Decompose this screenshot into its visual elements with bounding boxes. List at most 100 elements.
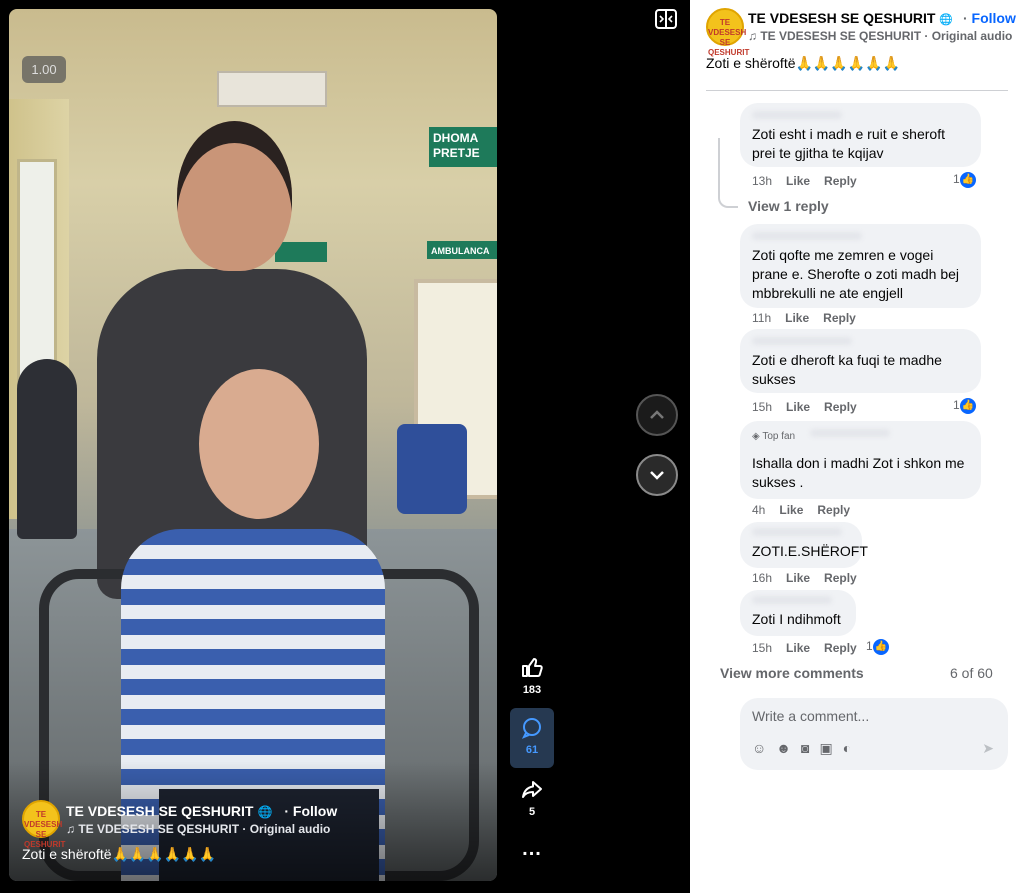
comment-action[interactable]: 61 xyxy=(510,708,554,768)
thread-line xyxy=(718,138,738,208)
chevron-down-icon xyxy=(650,471,664,480)
comment-text: Zoti esht i madh e ruit e sheroft prei t… xyxy=(752,126,945,161)
like-link[interactable]: Like xyxy=(786,174,810,188)
view-replies-link[interactable]: View 1 reply xyxy=(748,198,829,214)
comment-input[interactable]: Write a comment... xyxy=(752,708,869,724)
post-caption: Zoti e shëroftë🙏🙏🙏🙏🙏🙏 xyxy=(706,55,901,71)
comment-meta: 4h Like Reply xyxy=(752,503,864,517)
divider xyxy=(706,90,1008,91)
comment-meta: 11h Like Reply xyxy=(752,311,870,325)
page-avatar[interactable]: TE VDESESH SE QESHURIT xyxy=(706,8,749,57)
like-action[interactable]: 183 xyxy=(510,656,554,696)
reply-link[interactable]: Reply xyxy=(824,641,857,655)
page-avatar[interactable]: TE VDESESH SE QESHURIT xyxy=(22,800,65,849)
like-link[interactable]: Like xyxy=(779,503,803,517)
video-caption: Zoti e shëroftë🙏🙏🙏🙏🙏🙏 xyxy=(22,846,217,862)
avatar-sticker-icon[interactable]: ☺ xyxy=(752,740,766,756)
globe-icon: 🌐 xyxy=(257,805,273,819)
comment-bubble: Zoti esht i madh e ruit e sheroft prei t… xyxy=(740,103,981,167)
like-reaction-icon: 👍 xyxy=(959,398,976,414)
video-chair xyxy=(397,424,467,514)
comment-count-label: 6 of 60 xyxy=(950,665,993,681)
share-action[interactable]: 5 xyxy=(510,778,554,818)
camera-icon[interactable]: ◙ xyxy=(801,740,809,756)
reply-link[interactable]: Reply xyxy=(824,571,857,585)
page-name[interactable]: TE VDESESH SE QESHURIT xyxy=(66,803,253,819)
video-mother-head xyxy=(177,121,292,271)
more-options-button[interactable]: ... xyxy=(510,838,554,861)
comment-text: Zoti e dheroft ka fuqi te madhe sukses xyxy=(752,352,942,387)
page-name[interactable]: TE VDESESH SE QESHURIT xyxy=(748,10,935,26)
like-link[interactable]: Like xyxy=(786,400,810,414)
reply-link[interactable]: Reply xyxy=(824,174,857,188)
previous-video-button[interactable] xyxy=(636,394,678,436)
like-reaction-icon: 👍 xyxy=(872,639,889,655)
reply-link[interactable]: Reply xyxy=(817,503,850,517)
video-sign: DHOMA PRETJE xyxy=(429,127,497,167)
gif-icon[interactable]: ▣ xyxy=(820,740,833,756)
comment-meta: 16h Like Reply xyxy=(752,571,871,585)
like-reaction-icon: 👍 xyxy=(959,172,976,188)
comment-reactions[interactable]: 1 👍 xyxy=(953,398,976,414)
video-boy-head xyxy=(199,369,319,519)
comment-icon xyxy=(521,718,541,739)
commenter-name-blurred[interactable] xyxy=(752,337,852,345)
comment-text: Zoti qofte me zemren e vogei prane e. Sh… xyxy=(752,247,960,301)
video-sign-ambulanca: AMBULANCA xyxy=(427,241,497,259)
video-stage: DHOMA PRETJE AMBULANCA 1.00 TE VDESESH SE… xyxy=(0,0,690,893)
commenter-name-blurred[interactable] xyxy=(752,528,842,536)
commenter-name-blurred[interactable] xyxy=(752,232,862,240)
globe-icon: 🌐 xyxy=(939,14,954,26)
page-name-row: TE VDESESH SE QESHURIT 🌐 · Follow xyxy=(66,803,337,819)
page-name-row: TE VDESESH SE QESHURIT 🌐 · Follow xyxy=(748,10,1016,26)
diamond-icon: ◈ xyxy=(752,431,760,442)
follow-button[interactable]: · Follow xyxy=(284,803,337,819)
comment-composer[interactable]: Write a comment... ☺ ☻ ◙ ▣ ◐ ➤ xyxy=(740,698,1008,770)
like-count: 183 xyxy=(522,684,542,696)
view-more-comments-link[interactable]: View more comments xyxy=(720,665,864,681)
comment-text: Zoti I ndihmoft xyxy=(752,611,841,627)
panel-toggle-icon[interactable] xyxy=(655,9,677,29)
commenter-name-blurred[interactable] xyxy=(810,429,890,437)
comment-time[interactable]: 15h xyxy=(752,641,772,655)
comment-bubble: Zoti qofte me zemren e vogei prane e. Sh… xyxy=(740,224,981,308)
comment-bubble: ZOTI.E.SHËROFT xyxy=(740,522,868,568)
emoji-icon[interactable]: ☻ xyxy=(776,740,791,756)
video-sign-small xyxy=(275,242,327,262)
commenter-name-blurred[interactable] xyxy=(752,111,842,119)
comment-bubble: Zoti e dheroft ka fuqi te madhe sukses xyxy=(740,329,981,393)
reply-link[interactable]: Reply xyxy=(823,311,856,325)
comment-time[interactable]: 15h xyxy=(752,400,772,414)
send-icon[interactable]: ➤ xyxy=(982,740,994,757)
comment-bubble: ◈ Top fan Ishalla don i madhi Zot i shko… xyxy=(740,421,981,499)
comment-meta: 13h Like Reply xyxy=(752,174,871,188)
video-player[interactable]: DHOMA PRETJE AMBULANCA xyxy=(9,9,497,881)
comment-time[interactable]: 16h xyxy=(752,571,772,585)
video-window xyxy=(17,159,57,389)
commenter-name-blurred[interactable] xyxy=(752,596,832,604)
share-icon xyxy=(522,781,542,798)
comment-reactions[interactable]: 1 👍 xyxy=(953,172,976,188)
playback-speed[interactable]: 1.00 xyxy=(22,56,66,83)
comment-reactions[interactable]: 1 👍 xyxy=(866,639,889,655)
reply-link[interactable]: Reply xyxy=(824,400,857,414)
like-link[interactable]: Like xyxy=(785,311,809,325)
share-count: 5 xyxy=(528,806,536,818)
comment-count: 61 xyxy=(525,744,539,756)
comment-meta: 15h Like Reply xyxy=(752,400,871,414)
audio-label[interactable]: ♫ TE VDESESH SE QESHURIT · Original audi… xyxy=(748,29,1012,43)
sticker-icon[interactable]: ◐ xyxy=(843,740,851,756)
audio-label[interactable]: ♫ TE VDESESH SE QESHURIT · Original audi… xyxy=(66,822,330,836)
like-link[interactable]: Like xyxy=(786,571,810,585)
comment-time[interactable]: 13h xyxy=(752,174,772,188)
chevron-up-icon xyxy=(650,410,664,419)
next-video-button[interactable] xyxy=(636,454,678,496)
comment-bubble: Zoti I ndihmoft xyxy=(740,590,856,636)
comment-text: ZOTI.E.SHËROFT xyxy=(752,543,868,559)
video-bystander xyxy=(17,359,77,539)
like-link[interactable]: Like xyxy=(786,641,810,655)
thumbs-up-icon xyxy=(522,658,543,677)
comment-time[interactable]: 4h xyxy=(752,503,765,517)
comment-time[interactable]: 11h xyxy=(752,311,771,325)
follow-button[interactable]: · Follow xyxy=(963,10,1016,26)
